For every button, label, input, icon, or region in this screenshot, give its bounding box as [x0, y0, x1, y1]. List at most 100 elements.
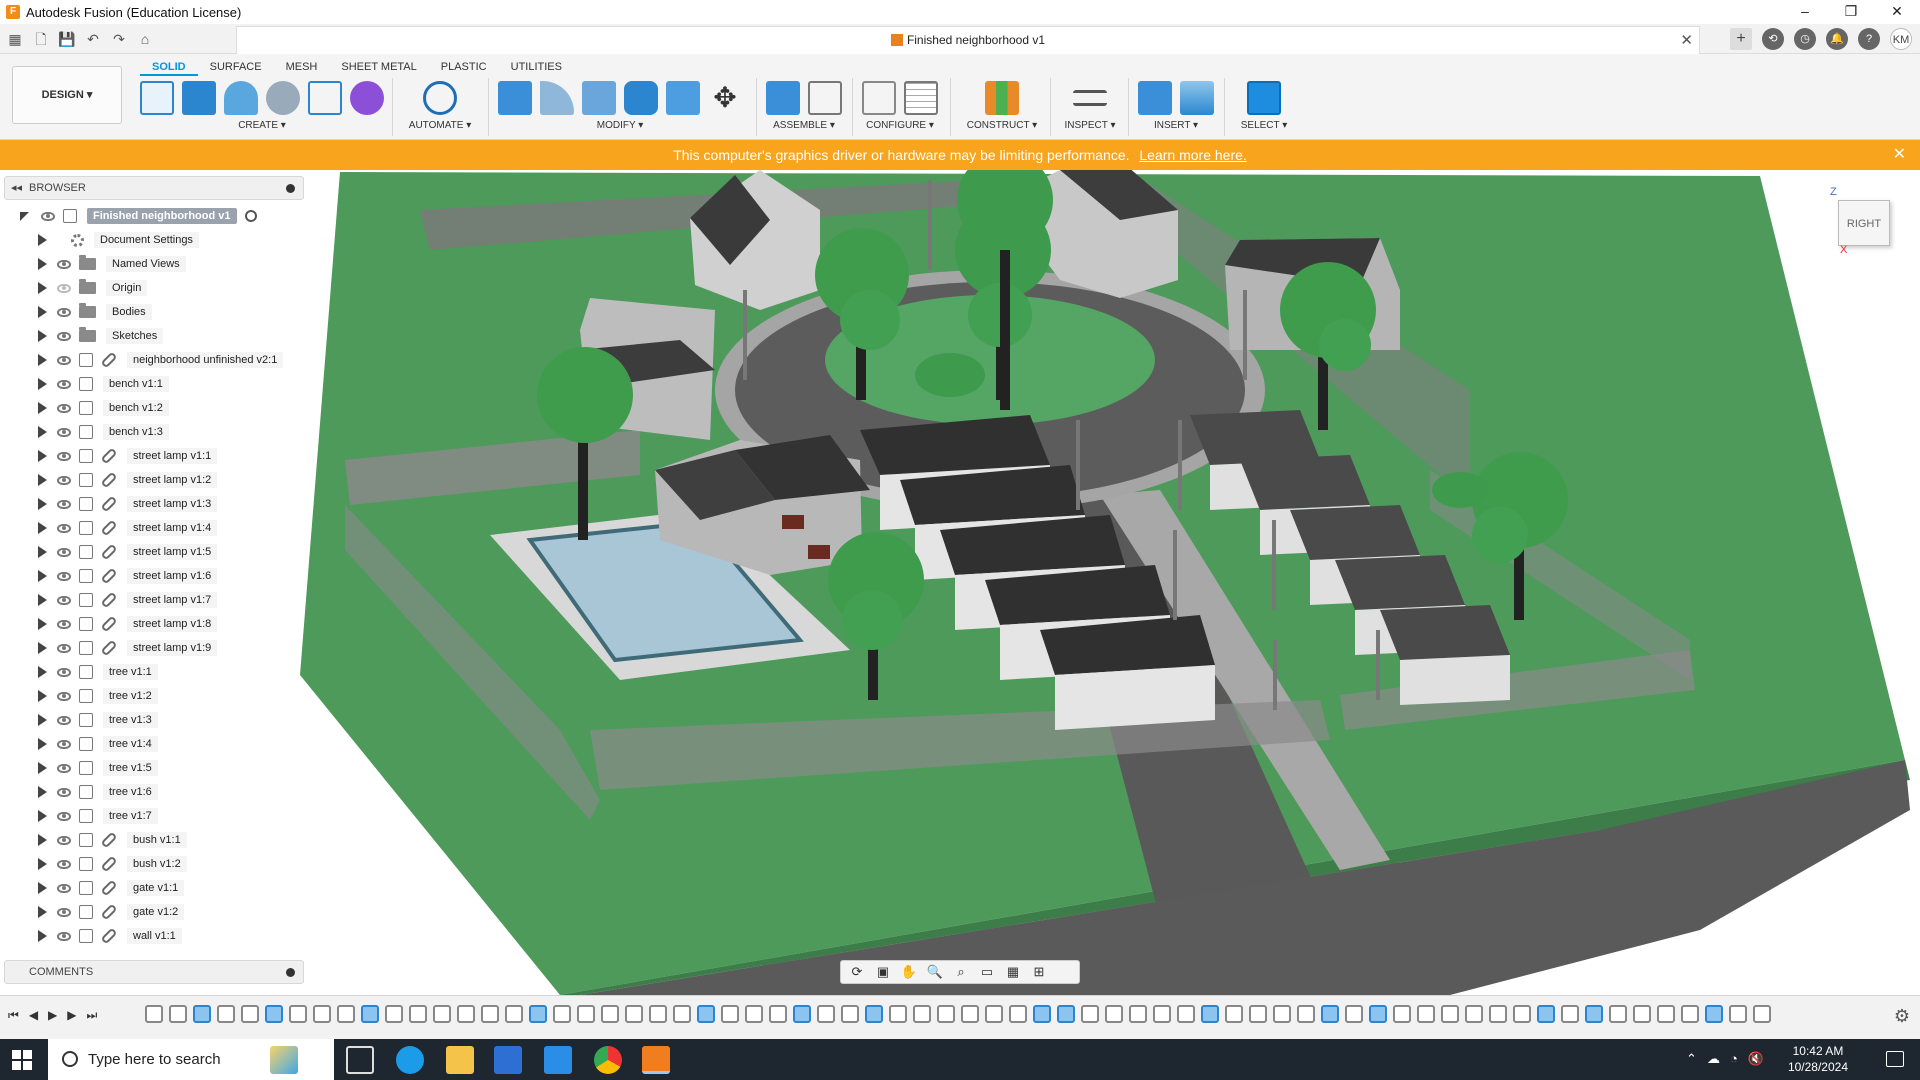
- browser-item-label[interactable]: street lamp v1:3: [127, 496, 218, 512]
- browser-tree-item[interactable]: Document Settings: [4, 228, 304, 252]
- expand-triangle-icon[interactable]: [38, 618, 47, 630]
- browser-tree-item[interactable]: Bodies: [4, 300, 304, 324]
- timeline-feature-icon[interactable]: [1273, 1005, 1291, 1023]
- timeline-feature-icon[interactable]: [841, 1005, 859, 1023]
- expand-triangle-icon[interactable]: [38, 690, 47, 702]
- visibility-eye-icon[interactable]: [57, 331, 71, 341]
- measure-icon[interactable]: [1073, 90, 1107, 106]
- visibility-eye-icon[interactable]: [57, 883, 71, 893]
- timeline-feature-icon[interactable]: [169, 1005, 187, 1023]
- browser-tree-item[interactable]: street lamp v1:4: [4, 516, 304, 540]
- visibility-eye-icon[interactable]: [57, 355, 71, 365]
- dismiss-warning-button[interactable]: ✕: [1893, 140, 1906, 170]
- expand-triangle-icon[interactable]: [38, 450, 47, 462]
- timeline-feature-icon[interactable]: [625, 1005, 643, 1023]
- workspace-switcher[interactable]: DESIGN ▾: [12, 66, 122, 124]
- timeline-feature-icon[interactable]: [1537, 1005, 1555, 1023]
- search-highlight-icon[interactable]: [270, 1046, 298, 1074]
- browser-tree-item[interactable]: bench v1:1: [4, 372, 304, 396]
- visibility-eye-icon[interactable]: [57, 571, 71, 581]
- revolve-icon[interactable]: [224, 81, 258, 115]
- browser-header[interactable]: ◂◂ BROWSER: [4, 176, 304, 200]
- previous-step-icon[interactable]: ◀: [29, 1008, 38, 1023]
- onedrive-icon[interactable]: ☁: [1707, 1051, 1720, 1067]
- new-tab-button[interactable]: +: [1730, 28, 1752, 50]
- close-document-button[interactable]: ✕: [1680, 31, 1693, 49]
- windows-start-icon[interactable]: [12, 1050, 32, 1070]
- select-menu[interactable]: SELECT ▾: [1236, 120, 1292, 131]
- browser-item-label[interactable]: tree v1:7: [103, 808, 158, 824]
- browser-tree-item[interactable]: wall v1:1: [4, 924, 304, 948]
- visibility-eye-icon[interactable]: [57, 691, 71, 701]
- timeline-feature-icon[interactable]: [193, 1005, 211, 1023]
- browser-item-label[interactable]: tree v1:3: [103, 712, 158, 728]
- timeline-feature-icon[interactable]: [697, 1005, 715, 1023]
- browser-item-label[interactable]: bench v1:3: [103, 424, 169, 440]
- tab-utilities[interactable]: UTILITIES: [499, 58, 574, 76]
- visibility-eye-icon[interactable]: [57, 283, 71, 293]
- browser-item-label[interactable]: street lamp v1:2: [127, 472, 218, 488]
- visibility-eye-icon[interactable]: [57, 259, 71, 269]
- browser-item-label[interactable]: street lamp v1:7: [127, 592, 218, 608]
- timeline-feature-icon[interactable]: [817, 1005, 835, 1023]
- taskbar-clock[interactable]: 10:42 AM 10/28/2024: [1788, 1043, 1848, 1075]
- fusion-taskbar-icon[interactable]: [642, 1046, 670, 1074]
- expand-triangle-icon[interactable]: [38, 786, 47, 798]
- visibility-eye-icon[interactable]: [57, 475, 71, 485]
- browser-item-label[interactable]: gate v1:2: [127, 904, 185, 920]
- expand-triangle-icon[interactable]: [38, 498, 47, 510]
- expand-triangle-icon[interactable]: [38, 882, 47, 894]
- timeline-feature-icon[interactable]: [769, 1005, 787, 1023]
- timeline-feature-icon[interactable]: [1033, 1005, 1051, 1023]
- add-comment-icon[interactable]: [286, 968, 295, 977]
- timeline-feature-icon[interactable]: [217, 1005, 235, 1023]
- browser-tree-item[interactable]: street lamp v1:6: [4, 564, 304, 588]
- display-settings-icon[interactable]: ▭: [977, 964, 997, 980]
- browser-item-label[interactable]: wall v1:1: [127, 928, 182, 944]
- timeline-feature-icon[interactable]: [433, 1005, 451, 1023]
- timeline-feature-icon[interactable]: [1369, 1005, 1387, 1023]
- pan-icon[interactable]: ✋: [899, 964, 919, 980]
- notifications-icon[interactable]: 🔔: [1826, 28, 1848, 50]
- timeline-feature-icon[interactable]: [1657, 1005, 1675, 1023]
- timeline-feature-icon[interactable]: [1009, 1005, 1027, 1023]
- visibility-eye-icon[interactable]: [57, 499, 71, 509]
- tab-sheet-metal[interactable]: SHEET METAL: [329, 58, 428, 76]
- browser-item-label[interactable]: street lamp v1:9: [127, 640, 218, 656]
- expand-triangle-icon[interactable]: [38, 330, 47, 342]
- store-icon[interactable]: [494, 1046, 522, 1074]
- apps-grid-icon[interactable]: ▦: [4, 28, 26, 50]
- grid-settings-icon[interactable]: ▦: [1003, 964, 1023, 980]
- configure-menu[interactable]: CONFIGURE ▾: [862, 120, 938, 131]
- collapse-triangle-icon[interactable]: [20, 211, 29, 221]
- redo-icon[interactable]: ↷: [108, 28, 130, 50]
- form-icon[interactable]: [350, 81, 384, 115]
- expand-triangle-icon[interactable]: [38, 306, 47, 318]
- browser-item-label[interactable]: Document Settings: [94, 232, 199, 248]
- visibility-eye-icon[interactable]: [57, 643, 71, 653]
- timeline-feature-icon[interactable]: [505, 1005, 523, 1023]
- timeline-feature-icon[interactable]: [1753, 1005, 1771, 1023]
- timeline-feature-icon[interactable]: [1201, 1005, 1219, 1023]
- tab-mesh[interactable]: MESH: [274, 58, 330, 76]
- timeline-feature-icon[interactable]: [1513, 1005, 1531, 1023]
- visibility-eye-icon[interactable]: [57, 619, 71, 629]
- expand-triangle-icon[interactable]: [38, 738, 47, 750]
- automate-menu[interactable]: AUTOMATE ▾: [404, 120, 476, 131]
- volume-icon[interactable]: 🔇: [1748, 1051, 1764, 1067]
- timeline-feature-icon[interactable]: [1585, 1005, 1603, 1023]
- timeline-feature-icon[interactable]: [1081, 1005, 1099, 1023]
- hole-icon[interactable]: [266, 81, 300, 115]
- expand-triangle-icon[interactable]: [38, 378, 47, 390]
- help-icon[interactable]: ?: [1858, 28, 1880, 50]
- tab-plastic[interactable]: PLASTIC: [429, 58, 499, 76]
- minimize-button[interactable]: –: [1782, 0, 1828, 24]
- timeline-feature-icon[interactable]: [601, 1005, 619, 1023]
- expand-triangle-icon[interactable]: [38, 834, 47, 846]
- view-cube[interactable]: Z RIGHT X: [1830, 186, 1900, 256]
- play-icon[interactable]: ▶: [48, 1008, 57, 1023]
- browser-item-label[interactable]: street lamp v1:1: [127, 448, 218, 464]
- activate-radio-icon[interactable]: [244, 210, 257, 222]
- browser-tree-item[interactable]: bench v1:3: [4, 420, 304, 444]
- visibility-eye-icon[interactable]: [57, 715, 71, 725]
